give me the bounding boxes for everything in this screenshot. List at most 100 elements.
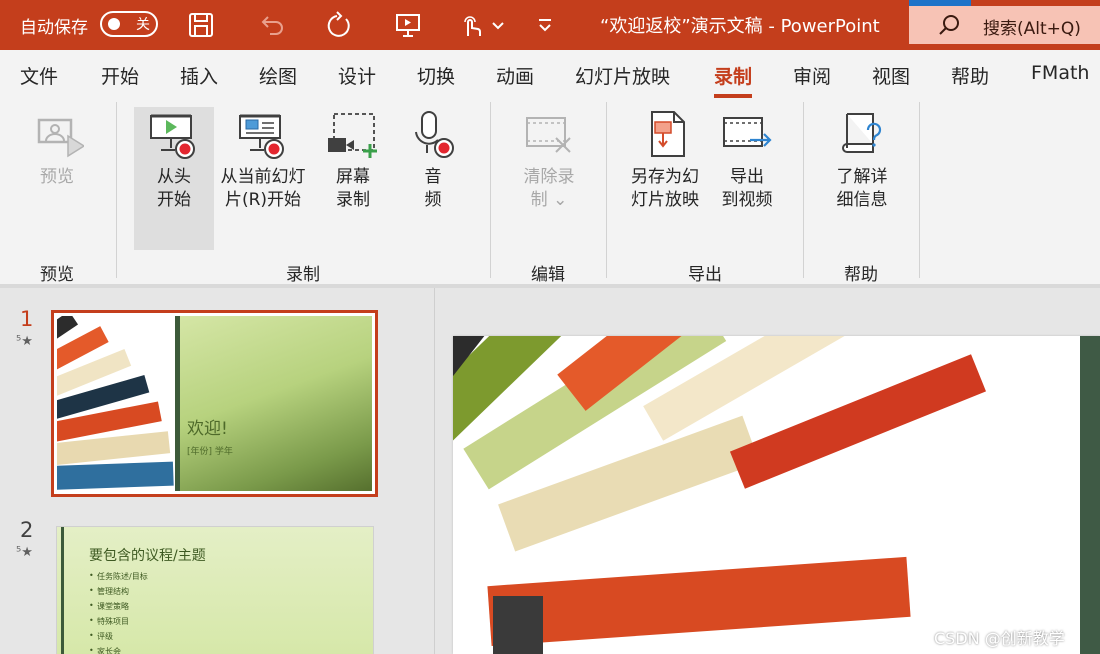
- tab-help[interactable]: 帮助: [951, 62, 989, 89]
- customize-icon[interactable]: [535, 10, 555, 40]
- slide-1-background: [177, 316, 372, 491]
- help-book-icon: [835, 108, 889, 162]
- list-item: 管理结构: [89, 586, 148, 601]
- slide-2-accent-bar: [61, 527, 64, 654]
- save-as-show-label-1: 另存为幻: [631, 167, 699, 187]
- slide-thumbnail-2[interactable]: 要包含的议程/主题 任务陈述/目标 管理结构 课堂策略 特殊项目 评级 家长会: [56, 526, 374, 654]
- tab-insert[interactable]: 插入: [180, 62, 218, 89]
- slide-1-content: 欢迎! [年份] 学年: [57, 316, 372, 491]
- audio-button[interactable]: 音 频: [404, 108, 462, 212]
- screen-recording-button[interactable]: 屏幕 录制: [322, 108, 384, 212]
- export-video-icon: [720, 108, 774, 162]
- search-label: 搜索(Alt+Q): [983, 19, 1081, 39]
- slide-1-title: 欢迎!: [187, 419, 228, 439]
- screen-recording-label-1: 屏幕: [336, 167, 370, 187]
- clear-recording-button[interactable]: 清除录 制 ⌄: [514, 108, 584, 212]
- toggle-knob: [108, 18, 120, 30]
- tab-record[interactable]: 录制: [714, 62, 753, 98]
- ribbon: 预览 预览 从头 开始 从当前幻灯 片(R)开始 屏幕 录制 音 频 录制 清除…: [0, 98, 1100, 285]
- ribbon-tabs: 文件 开始 插入 绘图 设计 切换 动画 幻灯片放映 录制 审阅 视图 帮助 F…: [0, 50, 1100, 98]
- tab-design[interactable]: 设计: [338, 62, 376, 89]
- tab-slideshow[interactable]: 幻灯片放映: [575, 62, 670, 89]
- list-item: 特殊项目: [89, 616, 148, 631]
- record-from-current-button[interactable]: 从当前幻灯 片(R)开始: [216, 108, 310, 212]
- list-item: 任务陈述/目标: [89, 571, 148, 586]
- preview-button[interactable]: 预览: [24, 108, 90, 189]
- books-image: [57, 316, 179, 491]
- preview-icon: [30, 108, 86, 162]
- slide-1-accent-bar: [175, 316, 180, 491]
- title-bar: 自动保存 关 “欢迎返校”演示文稿 - PowerPoint 搜索(Alt+Q): [0, 0, 1100, 50]
- record-from-start-label-2: 开始: [157, 190, 191, 210]
- autosave-label: 自动保存: [20, 18, 88, 38]
- record-from-current-icon: [236, 108, 290, 162]
- slide-2-bullets: 任务陈述/目标 管理结构 课堂策略 特殊项目 评级 家长会: [89, 571, 148, 654]
- group-label-export: 导出: [688, 265, 722, 285]
- autosave-state: 关: [136, 17, 150, 33]
- save-icon[interactable]: [186, 10, 216, 40]
- animation-star-icon: ⁵★: [16, 545, 33, 560]
- list-item: 家长会: [89, 646, 148, 654]
- record-from-start-icon: [147, 108, 201, 162]
- audio-label-2: 频: [424, 190, 442, 210]
- learn-more-label-1: 了解详: [836, 167, 888, 187]
- group-separator: [606, 102, 607, 278]
- document-title: “欢迎返校”演示文稿 - PowerPoint: [600, 16, 880, 37]
- save-as-show-button[interactable]: 另存为幻 灯片放映: [624, 108, 706, 212]
- preview-label: 预览: [40, 167, 74, 187]
- tab-draw[interactable]: 绘图: [259, 62, 297, 89]
- list-item: 评级: [89, 631, 148, 646]
- present-icon[interactable]: [393, 10, 423, 40]
- redo-icon[interactable]: [324, 10, 354, 40]
- autosave-toggle[interactable]: 关: [100, 11, 158, 37]
- slide-thumbnail-1[interactable]: 欢迎! [年份] 学年: [51, 310, 378, 497]
- learn-more-label-2: 细信息: [836, 190, 888, 210]
- tab-review[interactable]: 审阅: [793, 62, 831, 89]
- export-video-button[interactable]: 导出 到视频: [712, 108, 782, 212]
- group-label-preview: 预览: [40, 265, 74, 285]
- group-label-help: 帮助: [844, 265, 878, 285]
- books-image: [453, 336, 987, 654]
- slide-number: 1: [20, 307, 34, 331]
- export-video-label-2: 到视频: [721, 190, 773, 210]
- slide-accent-bar: [1080, 336, 1100, 654]
- export-video-label-1: 导出: [730, 167, 764, 187]
- undo-icon[interactable]: [256, 10, 286, 40]
- tab-animations[interactable]: 动画: [496, 62, 534, 89]
- record-from-start-label-1: 从头: [157, 167, 191, 187]
- tab-home[interactable]: 开始: [101, 62, 139, 89]
- record-from-current-label-1: 从当前幻灯: [220, 167, 306, 187]
- watermark-text: CSDN @创新教学: [934, 629, 1065, 648]
- chevron-down-icon[interactable]: [490, 10, 506, 40]
- main-slide-canvas[interactable]: [453, 336, 1100, 654]
- group-separator: [490, 102, 491, 278]
- animation-star-icon: ⁵★: [16, 334, 33, 349]
- search-icon: [937, 13, 961, 37]
- clear-recording-icon: [522, 108, 576, 162]
- tab-transitions[interactable]: 切换: [417, 62, 455, 89]
- group-separator: [919, 102, 920, 278]
- tab-file[interactable]: 文件: [20, 62, 58, 89]
- save-as-show-icon: [638, 108, 692, 162]
- record-from-start-button[interactable]: 从头 开始: [134, 107, 214, 250]
- list-item: 课堂策略: [89, 601, 148, 616]
- slide-number: 2: [20, 518, 34, 542]
- audio-label-1: 音: [424, 167, 442, 187]
- learn-more-button[interactable]: 了解详 细信息: [826, 108, 898, 212]
- clear-recording-label-2: 制 ⌄: [530, 190, 568, 210]
- microphone-icon: [406, 108, 460, 162]
- group-separator: [803, 102, 804, 278]
- touch-mode-icon[interactable]: [457, 10, 487, 40]
- clear-recording-label-1: 清除录: [523, 167, 575, 187]
- slide-2-title: 要包含的议程/主题: [89, 548, 206, 564]
- tab-fmath[interactable]: FMath: [1031, 62, 1089, 84]
- group-label-record: 录制: [286, 265, 320, 285]
- group-separator: [116, 102, 117, 278]
- screen-recording-label-2: 录制: [336, 190, 370, 210]
- tab-view[interactable]: 视图: [872, 62, 910, 89]
- search-box[interactable]: 搜索(Alt+Q): [909, 0, 1100, 44]
- screen-recording-icon: [326, 108, 380, 162]
- slide-1-subtitle: [年份] 学年: [187, 447, 233, 457]
- save-as-show-label-2: 灯片放映: [631, 190, 699, 210]
- record-from-current-label-2: 片(R)开始: [224, 190, 302, 210]
